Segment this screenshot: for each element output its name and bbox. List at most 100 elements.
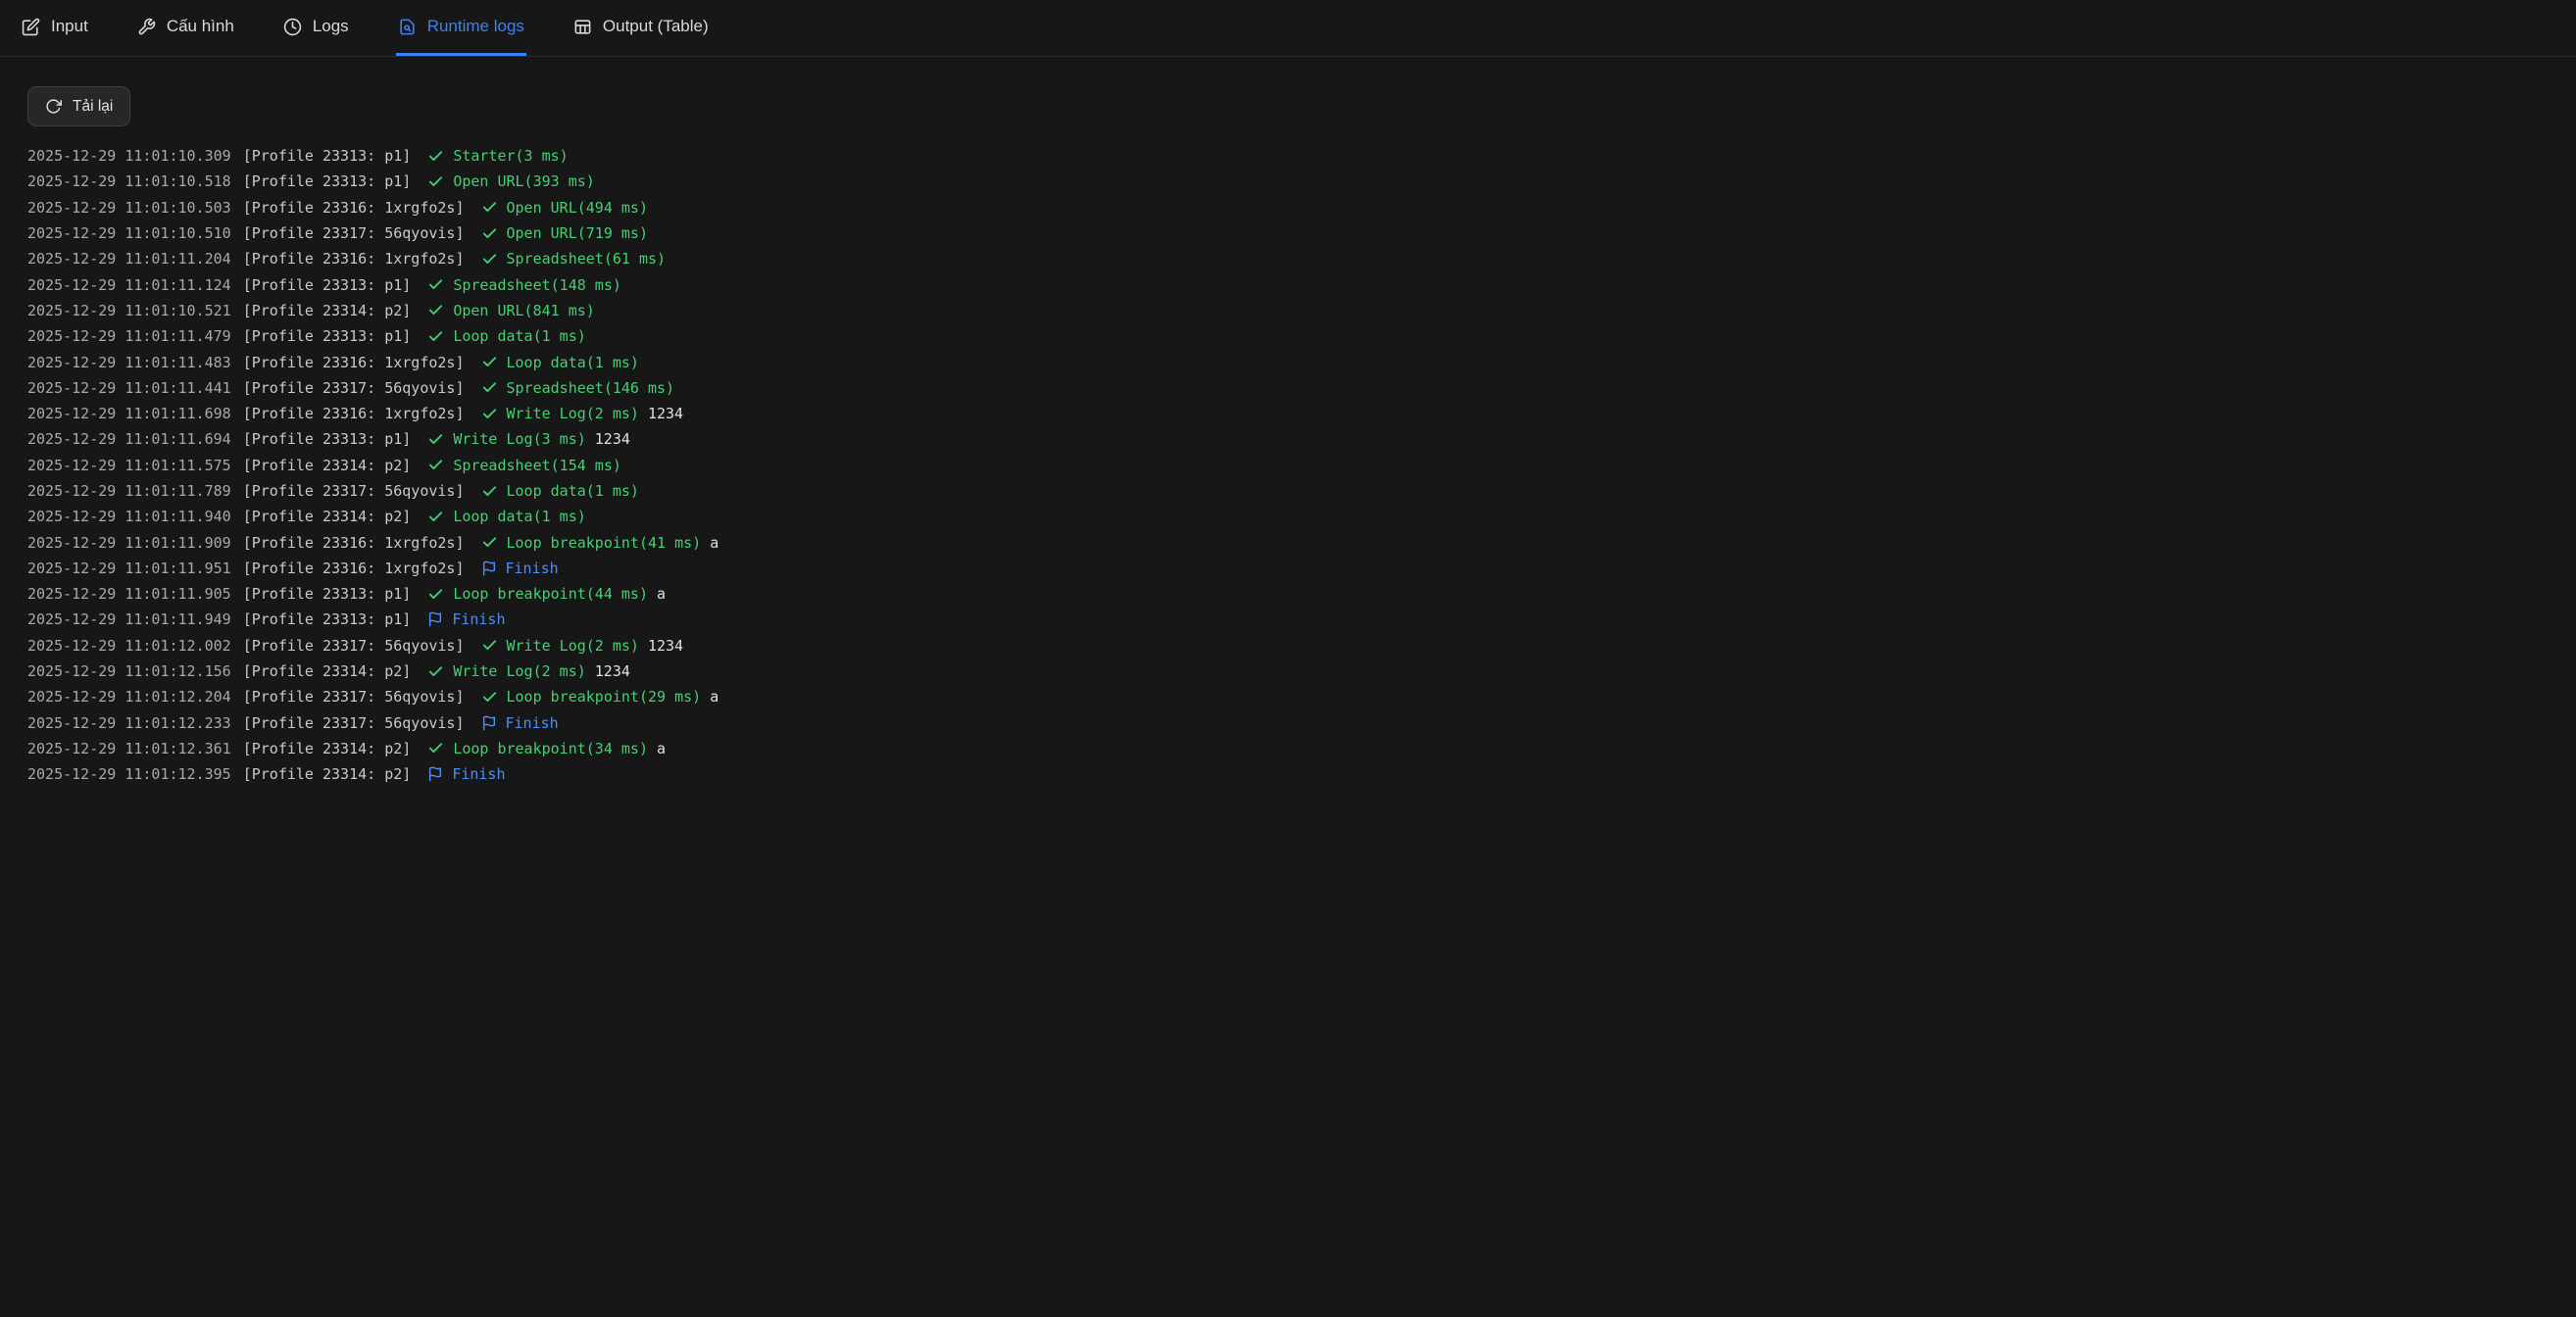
- reload-button-label: Tải lại: [73, 98, 113, 116]
- status-icon: [427, 302, 444, 318]
- log-suffix: a: [657, 740, 666, 757]
- tab-runtime-logs[interactable]: Runtime logs: [396, 0, 526, 56]
- status-icon: [427, 276, 444, 293]
- status-icon: [481, 225, 498, 242]
- check-icon: [427, 302, 444, 318]
- log-row: 2025-12-29 11:01:11.940 [Profile 23314: …: [27, 504, 2576, 529]
- check-icon: [427, 457, 444, 473]
- log-message: Spreadsheet(146 ms): [507, 379, 675, 397]
- check-icon: [481, 354, 498, 370]
- log-profile: [Profile 23317: 56qyovis]: [243, 688, 465, 706]
- log-timestamp: 2025-12-29 11:01:11.698: [27, 405, 231, 422]
- log-row: 2025-12-29 11:01:11.905 [Profile 23313: …: [27, 581, 2576, 607]
- log-timestamp: 2025-12-29 11:01:12.156: [27, 662, 231, 680]
- log-timestamp: 2025-12-29 11:01:12.361: [27, 740, 231, 757]
- check-icon: [427, 173, 444, 190]
- log-profile: [Profile 23316: 1xrgfo2s]: [243, 199, 465, 217]
- log-message: Loop breakpoint(44 ms): [453, 585, 648, 603]
- log-timestamp: 2025-12-29 11:01:12.204: [27, 688, 231, 706]
- check-icon: [481, 406, 498, 422]
- log-message: Open URL(841 ms): [453, 302, 595, 319]
- flag-icon: [481, 561, 497, 576]
- log-message: Write Log(2 ms): [507, 405, 639, 422]
- check-icon: [481, 379, 498, 396]
- log-message: Finish: [506, 560, 559, 577]
- log-timestamp: 2025-12-29 11:01:11.124: [27, 276, 231, 294]
- log-timestamp: 2025-12-29 11:01:11.949: [27, 610, 231, 628]
- log-profile: [Profile 23313: p1]: [243, 172, 412, 190]
- status-icon: [427, 740, 444, 756]
- log-timestamp: 2025-12-29 11:01:11.483: [27, 354, 231, 371]
- log-profile: [Profile 23317: 56qyovis]: [243, 379, 465, 397]
- tab-output-table[interactable]: Output (Table): [571, 0, 711, 56]
- log-message: Loop breakpoint(41 ms): [507, 534, 702, 552]
- log-message: Loop data(1 ms): [507, 482, 639, 500]
- log-profile: [Profile 23314: p2]: [243, 765, 412, 783]
- status-icon: [427, 586, 444, 603]
- status-icon: [481, 406, 498, 422]
- log-profile: [Profile 23316: 1xrgfo2s]: [243, 560, 465, 577]
- log-row: 2025-12-29 11:01:11.949 [Profile 23313: …: [27, 607, 2576, 632]
- log-profile: [Profile 23317: 56qyovis]: [243, 714, 465, 732]
- refresh-icon: [45, 98, 62, 115]
- log-profile: [Profile 23317: 56qyovis]: [243, 637, 465, 655]
- wrench-icon: [137, 18, 156, 36]
- log-row: 2025-12-29 11:01:10.510 [Profile 23317: …: [27, 220, 2576, 246]
- log-profile: [Profile 23317: 56qyovis]: [243, 224, 465, 242]
- tab-cau-hinh[interactable]: Cấu hình: [135, 0, 236, 56]
- runtime-logs-icon: [398, 18, 417, 36]
- log-row: 2025-12-29 11:01:11.483 [Profile 23316: …: [27, 349, 2576, 374]
- log-suffix: a: [657, 585, 666, 603]
- tab-logs[interactable]: Logs: [281, 0, 351, 56]
- reload-button[interactable]: Tải lại: [27, 86, 130, 126]
- status-icon: [481, 379, 498, 396]
- status-icon: [481, 715, 497, 731]
- log-row: 2025-12-29 11:01:10.309 [Profile 23313: …: [27, 143, 2576, 169]
- tab-label: Logs: [313, 17, 349, 36]
- log-message: Finish: [452, 610, 505, 628]
- log-profile: [Profile 23313: p1]: [243, 430, 412, 448]
- status-icon: [481, 483, 498, 500]
- log-profile: [Profile 23316: 1xrgfo2s]: [243, 250, 465, 268]
- log-profile: [Profile 23316: 1xrgfo2s]: [243, 405, 465, 422]
- log-timestamp: 2025-12-29 11:01:11.204: [27, 250, 231, 268]
- edit-icon: [22, 18, 40, 36]
- log-row: 2025-12-29 11:01:11.951 [Profile 23316: …: [27, 556, 2576, 581]
- log-row: 2025-12-29 11:01:12.156 [Profile 23314: …: [27, 658, 2576, 684]
- log-profile: [Profile 23314: p2]: [243, 302, 412, 319]
- status-icon: [427, 431, 444, 448]
- tab-input[interactable]: Input: [20, 0, 90, 56]
- log-profile: [Profile 23317: 56qyovis]: [243, 482, 465, 500]
- log-suffix: 1234: [595, 430, 630, 448]
- log-row: 2025-12-29 11:01:11.479 [Profile 23313: …: [27, 323, 2576, 349]
- tab-label: Runtime logs: [427, 17, 524, 36]
- flag-icon: [427, 766, 443, 782]
- status-icon: [481, 199, 498, 216]
- log-timestamp: 2025-12-29 11:01:11.575: [27, 457, 231, 474]
- log-message: Open URL(719 ms): [507, 224, 649, 242]
- log-row: 2025-12-29 11:01:12.002 [Profile 23317: …: [27, 633, 2576, 658]
- check-icon: [481, 534, 498, 551]
- log-timestamp: 2025-12-29 11:01:12.233: [27, 714, 231, 732]
- log-message: Loop data(1 ms): [453, 508, 585, 525]
- log-timestamp: 2025-12-29 11:01:10.521: [27, 302, 231, 319]
- log-timestamp: 2025-12-29 11:01:11.441: [27, 379, 231, 397]
- log-timestamp: 2025-12-29 11:01:11.951: [27, 560, 231, 577]
- status-icon: [481, 354, 498, 370]
- log-message: Loop breakpoint(34 ms): [453, 740, 648, 757]
- log-profile: [Profile 23314: p2]: [243, 508, 412, 525]
- tab-label: Cấu hình: [167, 17, 234, 36]
- log-timestamp: 2025-12-29 11:01:10.309: [27, 147, 231, 165]
- tab-label: Input: [51, 17, 88, 36]
- log-profile: [Profile 23313: p1]: [243, 610, 412, 628]
- log-row: 2025-12-29 11:01:10.521 [Profile 23314: …: [27, 298, 2576, 323]
- log-profile: [Profile 23313: p1]: [243, 147, 412, 165]
- log-list: 2025-12-29 11:01:10.309 [Profile 23313: …: [27, 143, 2576, 787]
- status-icon: [427, 611, 443, 627]
- check-icon: [427, 740, 444, 756]
- log-message: Open URL(393 ms): [453, 172, 595, 190]
- log-message: Finish: [506, 714, 559, 732]
- log-suffix: 1234: [648, 637, 683, 655]
- log-row: 2025-12-29 11:01:11.698 [Profile 23316: …: [27, 401, 2576, 426]
- log-row: 2025-12-29 11:01:11.789 [Profile 23317: …: [27, 478, 2576, 504]
